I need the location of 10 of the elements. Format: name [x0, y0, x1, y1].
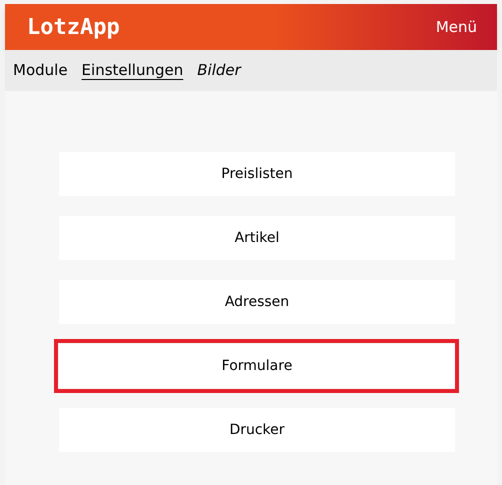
- nav-link[interactable]: Bilder: [197, 59, 241, 82]
- menu-button[interactable]: Menü: [436, 16, 477, 38]
- menu-item-button[interactable]: Adressen: [59, 280, 455, 324]
- menu-item-button[interactable]: Preislisten: [59, 152, 455, 196]
- menu-item-button[interactable]: Formulare: [59, 344, 455, 388]
- nav-link[interactable]: Module: [13, 59, 68, 82]
- menu-item-button[interactable]: Artikel: [59, 216, 455, 260]
- menu-item-button[interactable]: Drucker: [59, 408, 455, 452]
- app-logo: LotzApp: [27, 14, 120, 42]
- nav-link[interactable]: Einstellungen: [82, 59, 184, 82]
